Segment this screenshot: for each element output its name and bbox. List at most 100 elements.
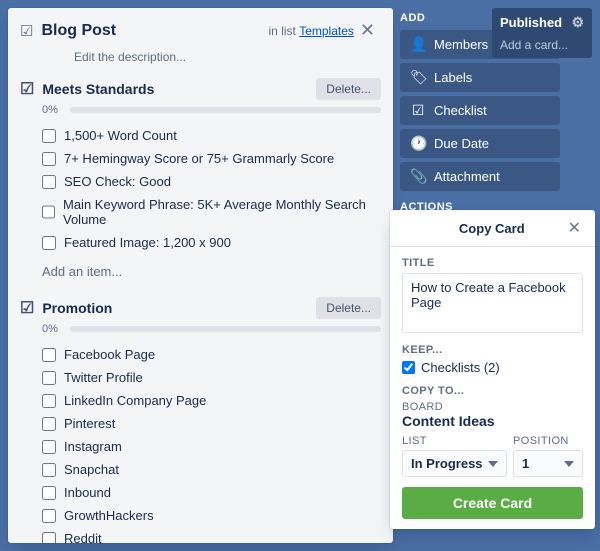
list-select[interactable]: In Progress Done Published [402,450,507,477]
checklist-meets-standards: ☑ Meets Standards Delete... 0% 1,500+ Wo… [8,72,393,291]
popup-close-button[interactable]: ✕ [566,218,583,238]
checklist-item[interactable]: Pinterest [42,412,381,435]
progress-bar-1: 0% [42,104,381,116]
checklist-checkbox[interactable] [42,152,56,166]
checklist-item[interactable]: GrowthHackers [42,504,381,527]
keep-label: Keep... [402,344,583,356]
due-date-button[interactable]: 🕐 Due Date [400,129,560,158]
copy-to-section: Copy to... Board Content Ideas List In P… [402,385,583,477]
due-date-icon: 🕐 [410,135,426,152]
board-name: Content Ideas [402,413,583,429]
checklist-checkbox[interactable] [42,532,56,544]
checklist-items-2: Facebook Page Twitter Profile LinkedIn C… [42,343,381,543]
labels-icon: 🏷 [410,69,426,86]
add-item-button-1[interactable]: Add an item... [42,260,381,283]
checklist-checkbox[interactable] [42,129,56,143]
checklist-item[interactable]: Reddit [42,527,381,543]
add-card-link[interactable]: Add a card... [500,38,568,52]
progress-bar-bg-1 [70,107,381,113]
checklist-item-label: Main Keyword Phrase: 5K+ Average Monthly… [63,197,381,227]
checklist-item-label: Featured Image: 1,200 x 900 [64,235,231,250]
create-card-button[interactable]: Create Card [402,487,583,519]
checklist-item[interactable]: SEO Check: Good [42,170,381,193]
checklist-item-label: Reddit [64,531,102,543]
checklist-checkbox[interactable] [42,236,56,250]
checklist-button[interactable]: ☑ Checklist [400,96,560,125]
checklist-item[interactable]: Snapchat [42,458,381,481]
published-column: Published ⚙ Add a card... [492,8,592,58]
checklist-checkbox[interactable] [42,463,56,477]
published-column-title: Published ⚙ [500,14,584,31]
checklist-title-1: ☑ Meets Standards [20,79,154,99]
checklist-item-label: Pinterest [64,416,115,431]
title-label: Title [402,257,583,269]
checklist-item[interactable]: 1,500+ Word Count [42,124,381,147]
popup-header: Copy Card ✕ [390,210,595,247]
checklist-item-label: LinkedIn Company Page [64,393,206,408]
settings-icon[interactable]: ⚙ [571,14,584,31]
checklist-checkbox[interactable] [42,440,56,454]
position-select[interactable]: 1 2 3 [513,450,583,477]
card-title: Blog Post [41,22,245,40]
checklist-item-label: 7+ Hemingway Score or 75+ Grammarly Scor… [64,151,334,166]
card-list-ref: in list Templates [269,24,354,38]
checklist-header-1: ☑ Meets Standards Delete... [20,78,381,100]
checklist-item[interactable]: Twitter Profile [42,366,381,389]
checklist-item[interactable]: Featured Image: 1,200 x 900 [42,231,381,254]
delete-checklist-2-button[interactable]: Delete... [316,297,381,319]
checklist-item-label: Twitter Profile [64,370,143,385]
labels-button[interactable]: 🏷 Labels [400,63,560,92]
checklist-item-label: Facebook Page [64,347,155,362]
card-header: ☑ Blog Post in list Templates ✕ [8,8,393,49]
checklist-checkbox[interactable] [42,394,56,408]
edit-description-link[interactable]: Edit the description... [74,50,186,64]
popup-body: Title Keep... Checklists (2) Copy to... … [390,247,595,529]
checklist-title-2: ☑ Promotion [20,298,112,318]
board-label: Board [402,401,583,413]
copy-to-label: Copy to... [402,385,583,397]
checklist-checkbox[interactable] [42,486,56,500]
checklist-item[interactable]: Inbound [42,481,381,504]
delete-checklist-1-button[interactable]: Delete... [316,78,381,100]
card-modal: ☑ Blog Post in list Templates ✕ Edit the… [8,8,393,543]
keep-checklists-checkbox[interactable] [402,361,415,374]
progress-label-2: 0% [42,323,64,335]
card-close-button[interactable]: ✕ [354,18,381,43]
list-position-row: List In Progress Done Published Position… [402,435,583,477]
progress-bar-2: 0% [42,323,381,335]
checklist-item-label: Instagram [64,439,122,454]
checklist-item-label: Inbound [64,485,111,500]
keep-section: Keep... Checklists (2) [402,344,583,375]
checklist-checkbox[interactable] [42,348,56,362]
checklist-item[interactable]: LinkedIn Company Page [42,389,381,412]
popup-title: Copy Card [418,221,566,236]
checklist-checkbox[interactable] [42,205,55,219]
checklist-checkbox[interactable] [42,417,56,431]
card-title-input[interactable] [402,273,583,333]
copy-card-popup: Copy Card ✕ Title Keep... Checklists (2)… [390,210,595,529]
card-icon: ☑ [20,22,33,40]
checklist-items-1: 1,500+ Word Count 7+ Hemingway Score or … [42,124,381,254]
progress-label-1: 0% [42,104,64,116]
attachment-button[interactable]: 📎 Attachment [400,162,560,191]
keep-checklists-label: Checklists (2) [421,360,500,375]
position-select-label: Position [513,435,583,447]
checklist-item-label: Snapchat [64,462,119,477]
checklist-checkbox[interactable] [42,509,56,523]
checklist-checkbox[interactable] [42,371,56,385]
checklist-promotion: ☑ Promotion Delete... 0% Facebook Page T… [8,291,393,543]
checklist-icon: ☑ [410,102,426,119]
keep-checklists-row: Checklists (2) [402,360,583,375]
checklist-item-label: GrowthHackers [64,508,154,523]
checklist-icon-2: ☑ [20,298,34,318]
list-link[interactable]: Templates [299,24,354,38]
list-select-label: List [402,435,507,447]
checklist-item[interactable]: 7+ Hemingway Score or 75+ Grammarly Scor… [42,147,381,170]
list-select-wrapper: List In Progress Done Published [402,435,507,477]
position-select-wrapper: Position 1 2 3 [513,435,583,477]
checklist-checkbox[interactable] [42,175,56,189]
checklist-item[interactable]: Instagram [42,435,381,458]
checklist-item[interactable]: Facebook Page [42,343,381,366]
attachment-icon: 📎 [410,168,426,185]
checklist-item[interactable]: Main Keyword Phrase: 5K+ Average Monthly… [42,193,381,231]
